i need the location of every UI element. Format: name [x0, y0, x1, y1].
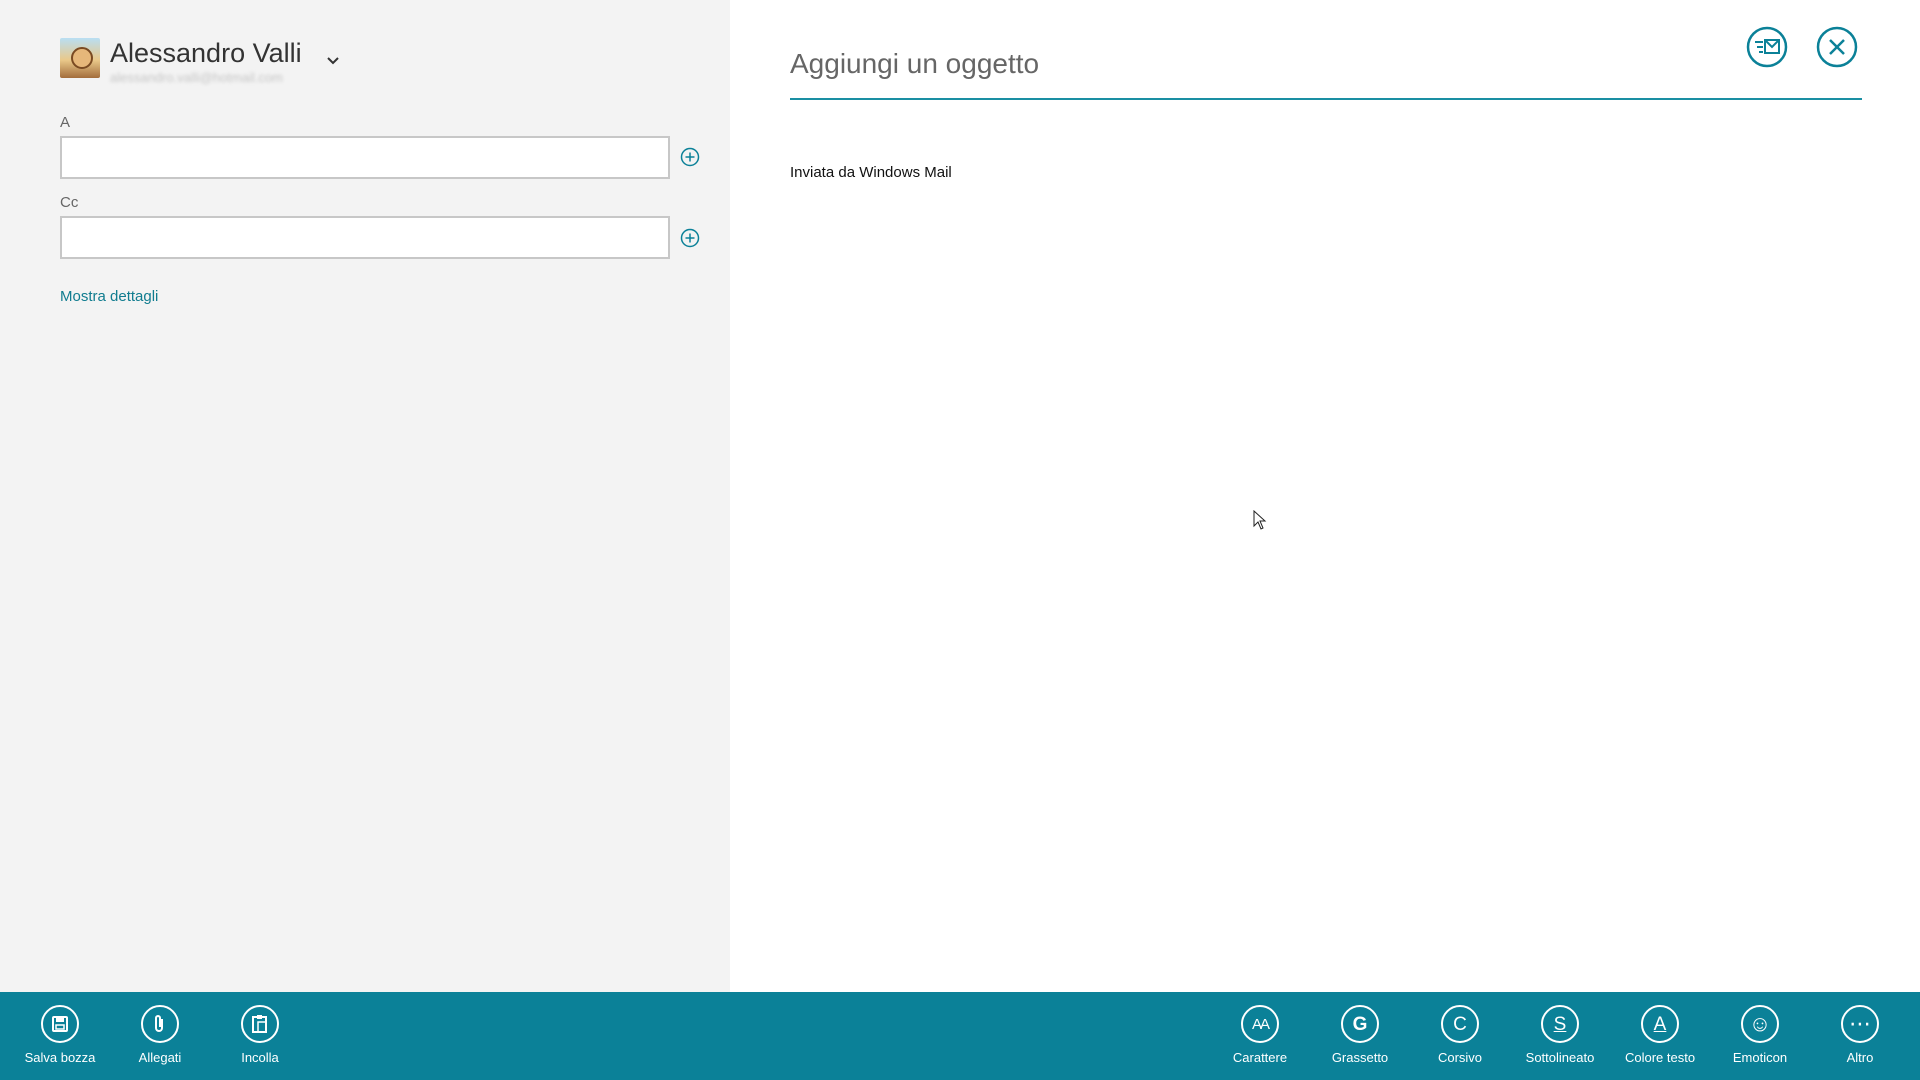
paperclip-icon: [141, 1005, 179, 1043]
cc-label: Cc: [60, 194, 79, 211]
account-selector[interactable]: Alessandro Valli alessandro.valli@hotmai…: [60, 38, 342, 85]
font-button[interactable]: AA Carattere: [1210, 992, 1310, 1080]
text-color-icon: A: [1641, 1005, 1679, 1043]
send-icon[interactable]: [1746, 26, 1788, 68]
to-field[interactable]: [60, 136, 670, 179]
more-label: Altro: [1846, 1050, 1874, 1065]
save-icon: [41, 1005, 79, 1043]
attachments-button[interactable]: Allegati: [110, 992, 210, 1080]
add-to-contact-icon[interactable]: [680, 147, 700, 167]
underline-button[interactable]: S Sottolineato: [1510, 992, 1610, 1080]
more-icon: ⋯: [1841, 1005, 1879, 1043]
bold-button[interactable]: G Grassetto: [1310, 992, 1410, 1080]
text-color-button[interactable]: A Colore testo: [1610, 992, 1710, 1080]
emoticon-label: Emoticon: [1732, 1050, 1788, 1065]
mouse-pointer-icon: [1253, 510, 1267, 530]
italic-label: Corsivo: [1437, 1050, 1483, 1065]
subject-input[interactable]: [790, 30, 1862, 100]
font-icon: AA: [1241, 1005, 1279, 1043]
italic-icon: C: [1441, 1005, 1479, 1043]
message-pane: [730, 0, 1920, 992]
paste-icon: [241, 1005, 279, 1043]
cc-field[interactable]: [60, 216, 670, 259]
app-bar: Salva bozza Allegati Incolla AA Caratter…: [0, 992, 1920, 1080]
underline-icon: S: [1541, 1005, 1579, 1043]
message-signature[interactable]: Inviata da Windows Mail: [790, 164, 952, 181]
bold-label: Grassetto: [1331, 1050, 1389, 1065]
close-icon[interactable]: [1816, 26, 1858, 68]
paste-label: Incolla: [241, 1050, 279, 1065]
chevron-down-icon[interactable]: [324, 52, 342, 70]
account-avatar: [60, 38, 100, 78]
emoticon-button[interactable]: ☺ Emoticon: [1710, 992, 1810, 1080]
save-draft-button[interactable]: Salva bozza: [10, 992, 110, 1080]
save-draft-label: Salva bozza: [24, 1050, 96, 1065]
italic-button[interactable]: C Corsivo: [1410, 992, 1510, 1080]
font-label: Carattere: [1232, 1050, 1288, 1065]
underline-label: Sottolineato: [1525, 1050, 1595, 1065]
recipients-pane: Alessandro Valli alessandro.valli@hotmai…: [0, 0, 730, 992]
attachments-label: Allegati: [138, 1050, 182, 1065]
more-button[interactable]: ⋯ Altro: [1810, 992, 1910, 1080]
text-color-label: Colore testo: [1624, 1050, 1696, 1065]
show-details-link[interactable]: Mostra dettagli: [60, 288, 158, 305]
add-cc-contact-icon[interactable]: [680, 228, 700, 248]
emoticon-icon: ☺: [1741, 1005, 1779, 1043]
bold-icon: G: [1341, 1005, 1379, 1043]
paste-button[interactable]: Incolla: [210, 992, 310, 1080]
account-email: alessandro.valli@hotmail.com: [110, 70, 283, 85]
account-name: Alessandro Valli: [110, 38, 302, 68]
to-label: A: [60, 114, 71, 131]
